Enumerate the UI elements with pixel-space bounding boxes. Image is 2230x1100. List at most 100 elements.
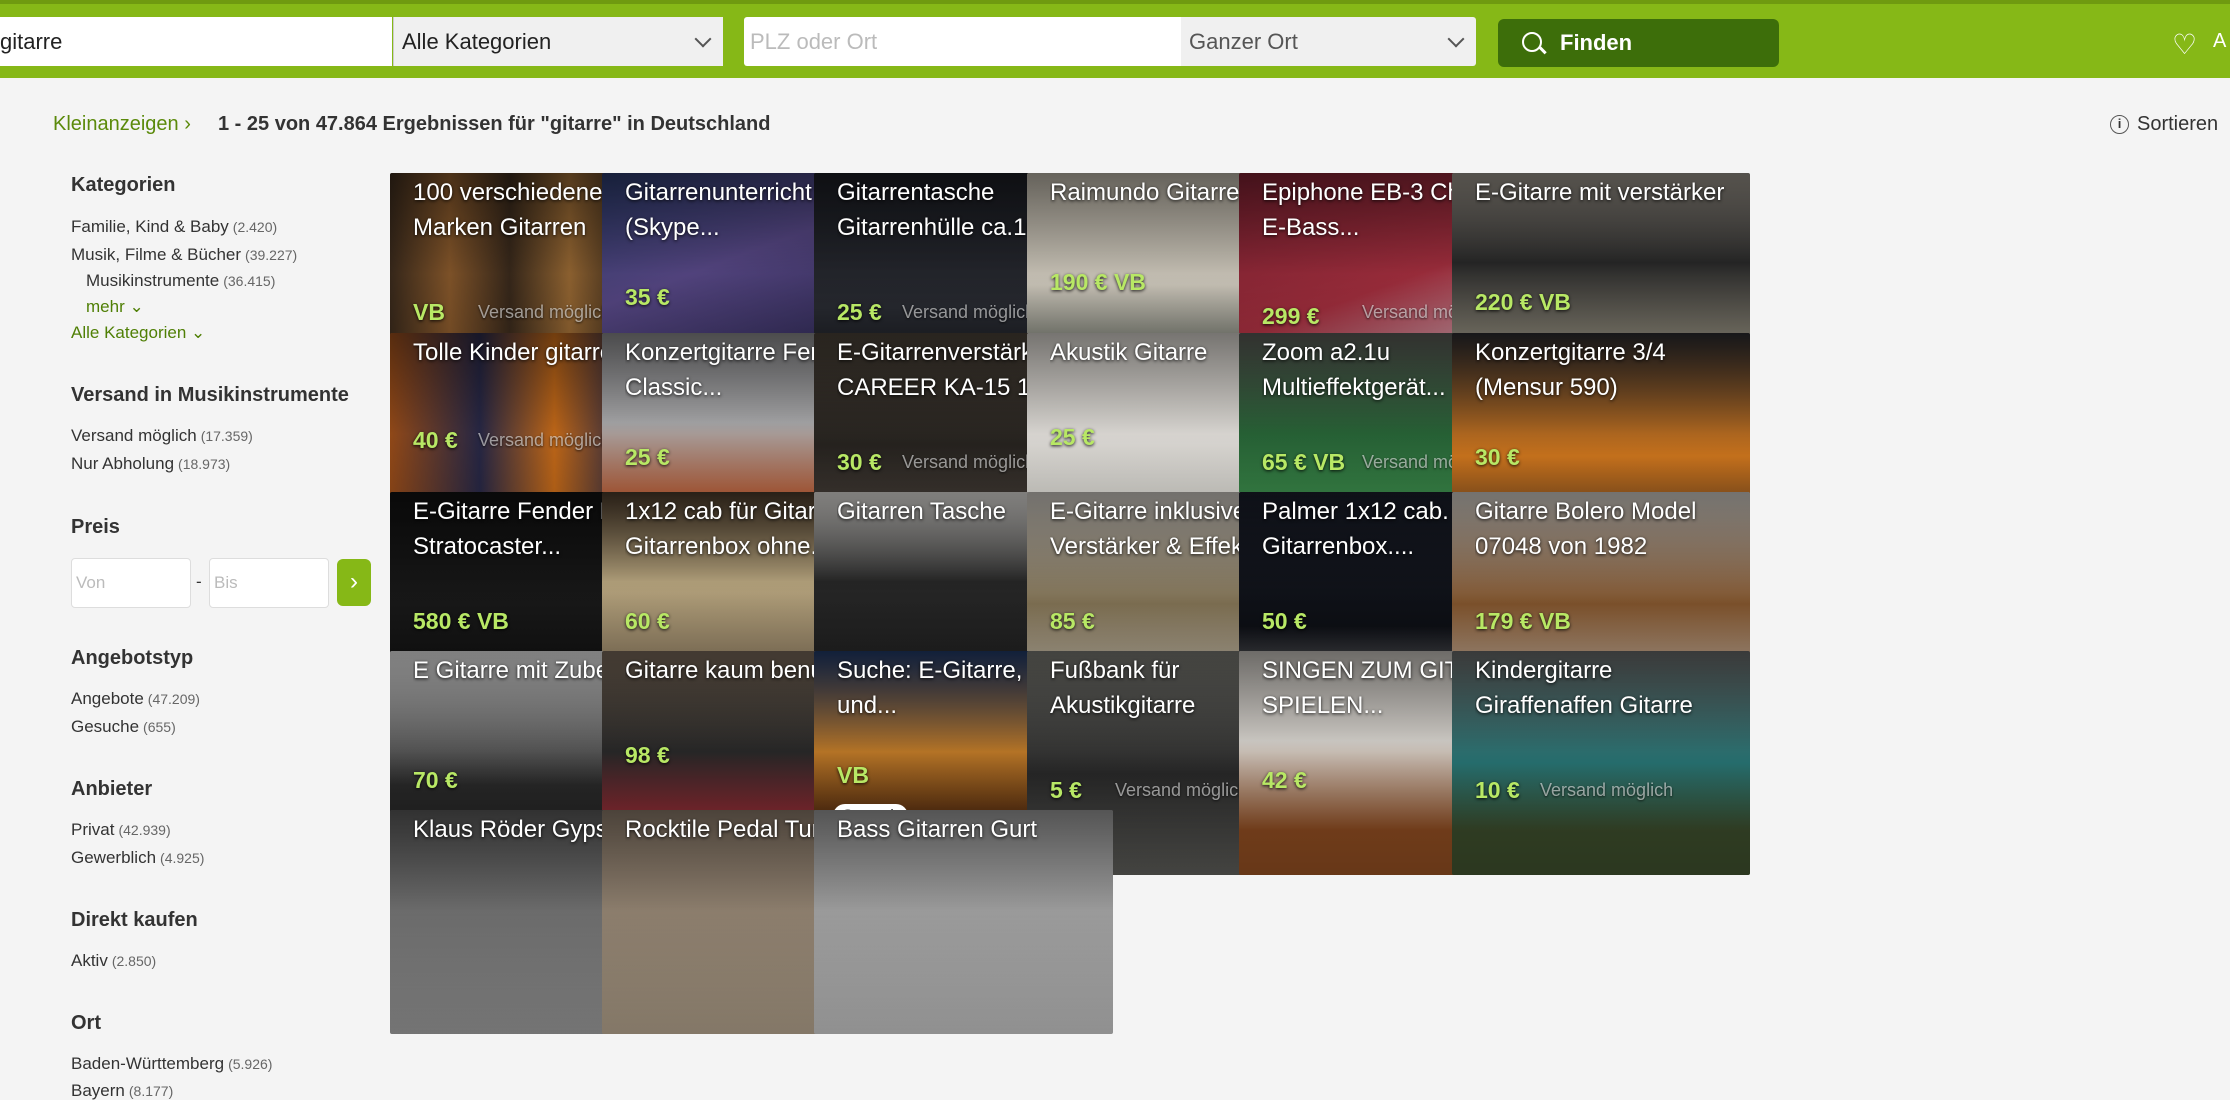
listing-tile[interactable]: Kindergitarre Giraffenaffen Gitarre 10 € V…: [1452, 651, 1750, 875]
section-heading: Ort: [71, 1012, 101, 1034]
item-label: Bayern: [71, 1081, 125, 1100]
listing-price: 5 €: [1050, 777, 1082, 803]
shipping-note: Versand möglich: [478, 430, 612, 450]
location-input[interactable]: PLZ oder Ort: [744, 17, 1181, 66]
listing-price: 65 € VB: [1262, 449, 1346, 475]
sidebar-item-musikinstrumente[interactable]: Musikinstrumente (36.415): [86, 271, 275, 291]
listing-price: VB: [837, 762, 869, 788]
shipping-note: Versand möglich: [902, 302, 1036, 322]
search-input-value: gitarre: [0, 28, 63, 54]
search-input[interactable]: gitarre: [0, 17, 392, 66]
listing-title[interactable]: Bass Gitarren Gurt: [837, 812, 1107, 847]
sidebar-item-versand[interactable]: Versand möglich (17.359): [71, 426, 253, 446]
listing-price: 50 €: [1262, 608, 1307, 634]
listing-price: 10 €: [1475, 777, 1520, 803]
item-count: (36.415): [223, 273, 276, 289]
listing-title[interactable]: E-Gitarre mit verstärker: [1475, 175, 1744, 210]
listing-title[interactable]: Konzertgitarre 3/4 (Mensur 590): [1475, 335, 1744, 405]
price-max-placeholder: Bis: [214, 573, 238, 592]
listing-tile[interactable]: Bass Gitarren Gurt: [814, 810, 1113, 1034]
sidebar-item-angebote[interactable]: Angebote (47.209): [71, 689, 200, 709]
chevron-right-icon: ›: [350, 568, 358, 595]
item-label: Angebote: [71, 689, 144, 708]
sidebar-item-abholung[interactable]: Nur Abholung (18.973): [71, 454, 230, 474]
listing-title[interactable]: Kindergitarre Giraffenaffen Gitarre: [1475, 653, 1744, 723]
price-dash: -: [196, 572, 202, 591]
shipping-note: Versand möglich: [902, 452, 1036, 472]
listing-price: 42 €: [1262, 767, 1307, 793]
section-heading: Versand in Musikinstrumente: [71, 384, 349, 406]
listing-price: 98 €: [625, 742, 670, 768]
item-count: (4.925): [160, 850, 205, 866]
section-heading: Angebotstyp: [71, 647, 194, 669]
item-count: (17.359): [200, 428, 253, 444]
listing-price: 70 €: [413, 767, 458, 793]
item-count: (2.420): [232, 219, 278, 235]
item-label: Baden-Württemberg: [71, 1054, 225, 1073]
sidebar-item-bayern[interactable]: Bayern (8.177): [71, 1081, 173, 1100]
item-count: (42.939): [118, 822, 171, 838]
item-label: Versand möglich: [71, 426, 197, 445]
radius-select[interactable]: Ganzer Ort: [1181, 17, 1476, 66]
sidebar-item-familie[interactable]: Familie, Kind & Baby (2.420): [71, 217, 277, 237]
shipping-note: Versand möglich: [1540, 780, 1674, 800]
shipping-note: Versand möglich: [1115, 780, 1249, 800]
item-label: Musik, Filme & Bücher: [71, 245, 242, 264]
results-count: 1 - 25 von 47.864 Ergebnissen für "gitar…: [218, 113, 771, 135]
item-count: (18.973): [178, 456, 231, 472]
chevron-down-icon: [694, 30, 712, 48]
item-count: (39.227): [245, 247, 298, 263]
section-heading: Preis: [71, 516, 120, 538]
item-label: Musikinstrumente: [86, 271, 220, 290]
listing-price: 580 € VB: [413, 608, 509, 634]
listing-price: 25 €: [837, 299, 882, 325]
listing-title[interactable]: Gitarre Bolero Model 07048 von 1982: [1475, 494, 1744, 564]
item-count: (2.850): [111, 953, 157, 969]
section-heading: Kategorien: [71, 174, 176, 196]
mehr-link[interactable]: mehr ⌄: [86, 297, 144, 317]
sidebar-item-privat[interactable]: Privat (42.939): [71, 820, 171, 840]
all-categories-link[interactable]: Alle Kategorien ⌄: [71, 323, 205, 343]
listing-price: 35 €: [625, 284, 670, 310]
price-max-input[interactable]: Bis: [209, 558, 329, 608]
item-count: (5.926): [228, 1056, 273, 1072]
sidebar-item-gewerblich[interactable]: Gewerblich (4.925): [71, 848, 204, 868]
item-count: (8.177): [128, 1083, 174, 1099]
results-grid: 100 verschiedene Marken Gitarren Western…: [390, 173, 2203, 1100]
listing-price: 179 € VB: [1475, 608, 1571, 634]
item-label: Nur Abholung: [71, 454, 175, 473]
listing-price: VB: [413, 299, 445, 325]
find-button[interactable]: Finden: [1498, 19, 1779, 67]
item-count: (655): [143, 719, 176, 735]
sidebar-item-gesuche[interactable]: Gesuche (655): [71, 717, 176, 737]
item-count: (47.209): [147, 691, 200, 707]
shipping-note: Versand möglich: [478, 302, 612, 322]
post-ad-label[interactable]: A: [2213, 30, 2226, 53]
heart-plus-icon[interactable]: ♡: [2172, 30, 2202, 60]
sort-label: Sortieren: [2137, 113, 2219, 135]
price-min-placeholder: Von: [76, 573, 106, 592]
breadcrumb-separator: ›: [184, 113, 191, 135]
listing-price: 25 €: [1050, 424, 1095, 450]
breadcrumb[interactable]: Kleinanzeigen ›: [53, 113, 191, 136]
top-bar: gitarre Alle Kategorien PLZ oder Ort Gan…: [0, 0, 2230, 78]
mehr-label: mehr: [86, 297, 125, 316]
chevron-down-icon: ⌄: [191, 323, 206, 342]
location-placeholder: PLZ oder Ort: [750, 28, 878, 54]
breadcrumb-root[interactable]: Kleinanzeigen: [53, 113, 179, 135]
section-heading: Direkt kaufen: [71, 909, 198, 931]
item-label: Familie, Kind & Baby: [71, 217, 229, 236]
category-select-value: Alle Kategorien: [402, 28, 552, 54]
listing-price: 190 € VB: [1050, 269, 1146, 295]
sidebar-item-musik[interactable]: Musik, Filme & Bücher (39.227): [71, 245, 297, 265]
category-select[interactable]: Alle Kategorien: [393, 17, 723, 66]
all-categories-label: Alle Kategorien: [71, 323, 187, 342]
listing-price: 220 € VB: [1475, 289, 1571, 315]
sort-button[interactable]: i Sortieren: [2110, 113, 2218, 136]
price-apply-button[interactable]: ›: [337, 559, 371, 606]
sidebar-item-bw[interactable]: Baden-Württemberg (5.926): [71, 1054, 272, 1074]
search-icon: [1522, 32, 1542, 52]
price-min-input[interactable]: Von: [71, 558, 191, 608]
section-heading: Anbieter: [71, 778, 153, 800]
sidebar-item-aktiv[interactable]: Aktiv (2.850): [71, 951, 156, 971]
